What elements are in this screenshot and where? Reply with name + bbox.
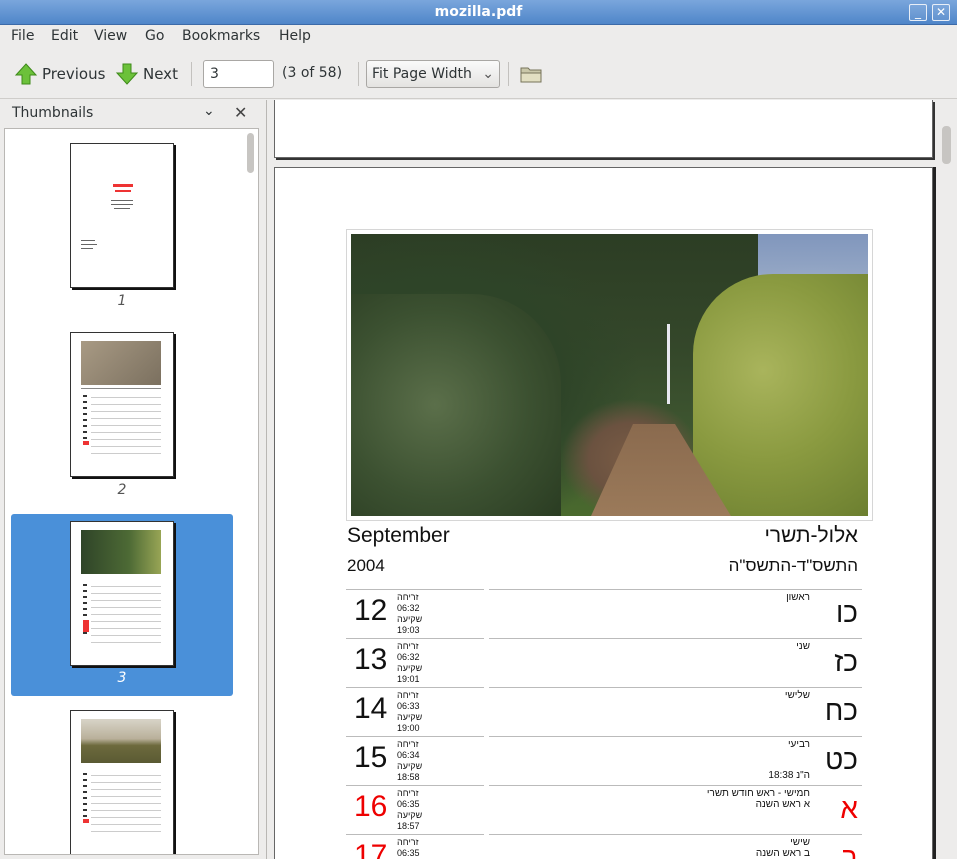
menu-edit[interactable]: Edit (51, 28, 78, 44)
gregorian-day: 15 (354, 741, 388, 774)
toolbar-separator (508, 62, 509, 86)
thumbnail-number: 2 (117, 482, 127, 498)
document-view[interactable]: September אלול-תשרי 2004 התשס"ד-התשס"ה 1… (266, 100, 957, 859)
sidebar-header: Thumbnails ⌄ ✕ (4, 100, 260, 127)
sidebar: Thumbnails ⌄ ✕ 1 2 3 (0, 100, 262, 859)
sun-times: זריחה 06:34 שקיעה 18:58 (397, 739, 423, 782)
calendar-row: 12 זריחה 06:32 שקיעה 19:03 ראשון כו (346, 589, 862, 638)
menu-bar: File Edit View Go Bookmarks Help (0, 25, 957, 49)
title-bar: mozilla.pdf _ ✕ (0, 0, 957, 25)
sidebar-title[interactable]: Thumbnails (12, 105, 93, 121)
previous-button[interactable]: Previous (14, 61, 105, 87)
next-label: Next (143, 65, 178, 83)
day-note: רביעי (787, 739, 810, 750)
close-icon: ✕ (935, 5, 947, 19)
toolbar-separator (191, 62, 192, 86)
sun-times: זריחה 06:32 שקיעה 19:01 (397, 641, 423, 684)
day-note: שני (796, 641, 810, 652)
thumbnail-page-3[interactable]: 3 (11, 514, 233, 696)
calendar-row: 13 זריחה 06:32 שקיעה 19:01 שני כז (346, 638, 862, 687)
thumbnail-page-4[interactable] (11, 704, 233, 854)
day-note: חמישי - ראש חודש תשרי א ראש השנה (706, 788, 810, 810)
day-note: ראשון (786, 592, 810, 603)
thumbnail-number: 3 (117, 670, 127, 686)
hebrew-day: א (840, 793, 858, 824)
toolbar-separator (358, 62, 359, 86)
page-count-label: (3 of 58) (282, 65, 343, 81)
close-sidebar-icon[interactable]: ✕ (234, 103, 247, 122)
next-button[interactable]: Next (115, 61, 178, 87)
year-english: 2004 (347, 556, 385, 575)
chevron-down-icon[interactable]: ⌄ (203, 103, 215, 119)
hebrew-day: כח (824, 695, 858, 726)
calendar-photo-frame (346, 229, 873, 521)
gregorian-day: 12 (354, 594, 388, 627)
calendar-row: 17 זריחה 06:35 שישי ב ראש השנה ב (346, 834, 862, 859)
gregorian-day: 13 (354, 643, 388, 676)
menu-help[interactable]: Help (279, 28, 311, 44)
thumbnail-list[interactable]: 1 2 3 (4, 128, 259, 855)
menu-go[interactable]: Go (145, 28, 164, 44)
toolbar: Previous Next (3 of 58) Fit Page Width ⌄ (0, 49, 957, 99)
window-title: mozilla.pdf (434, 4, 523, 20)
menu-bookmarks[interactable]: Bookmarks (182, 28, 260, 44)
sun-times: זריחה 06:32 שקיעה 19:03 (397, 592, 423, 635)
thumbnail-image (70, 710, 174, 854)
calendar-row: 16 זריחה 06:35 שקיעה 18:57 חמישי - ראש חודש ת… (346, 785, 862, 834)
page-number-input[interactable] (203, 60, 274, 88)
open-folder-button[interactable] (519, 61, 543, 87)
previous-label: Previous (42, 65, 106, 83)
gregorian-day: 16 (354, 790, 388, 823)
zoom-value: Fit Page Width (372, 66, 472, 82)
menu-file[interactable]: File (11, 28, 34, 44)
thumbnail-image (70, 143, 174, 288)
gregorian-day: 14 (354, 692, 388, 725)
calendar-photo (351, 234, 868, 516)
pdf-page: September אלול-תשרי 2004 התשס"ד-התשס"ה 1… (274, 167, 933, 859)
minimize-icon: _ (915, 5, 921, 19)
hebrew-day: כו (836, 597, 858, 628)
calendar-row: 15 זריחה 06:34 שקיעה 18:58 רביעי ה"נ 18:38 כט (346, 736, 862, 785)
thumbnail-page-2[interactable]: 2 (11, 326, 233, 498)
thumbnail-image (70, 521, 174, 666)
hebrew-day: כט (825, 744, 858, 775)
day-note: שלישי (784, 690, 810, 701)
month-english: September (347, 524, 450, 547)
previous-page-edge (274, 100, 933, 158)
arrow-down-icon (115, 63, 139, 85)
arrow-up-icon (14, 63, 38, 85)
day-note: שישי ב ראש השנה (755, 837, 810, 859)
chevron-down-icon: ⌄ (482, 66, 494, 82)
sun-times: זריחה 06:35 (397, 837, 420, 858)
candle-lighting: ה"נ 18:38 (768, 770, 810, 781)
minimize-button[interactable]: _ (909, 4, 927, 21)
sun-times: זריחה 06:35 שקיעה 18:57 (397, 788, 423, 831)
calendar-row: 14 זריחה 06:33 שקיעה 19:00 שלישי כח (346, 687, 862, 736)
document-scrollbar[interactable] (942, 126, 951, 164)
zoom-select[interactable]: Fit Page Width ⌄ (366, 60, 500, 88)
menu-view[interactable]: View (94, 28, 127, 44)
folder-icon (520, 67, 542, 83)
gregorian-day: 17 (354, 839, 388, 859)
year-hebrew: התשס"ד-התשס"ה (728, 556, 858, 575)
thumbnail-scrollbar[interactable] (247, 133, 254, 173)
hebrew-day: כז (834, 646, 858, 677)
thumbnail-image (70, 332, 174, 477)
thumbnail-number: 1 (117, 293, 127, 309)
hebrew-day: ב (841, 842, 858, 859)
sun-times: זריחה 06:33 שקיעה 19:00 (397, 690, 423, 733)
thumbnail-page-1[interactable]: 1 (11, 137, 233, 309)
month-hebrew: אלול-תשרי (764, 524, 858, 547)
close-window-button[interactable]: ✕ (932, 4, 950, 21)
